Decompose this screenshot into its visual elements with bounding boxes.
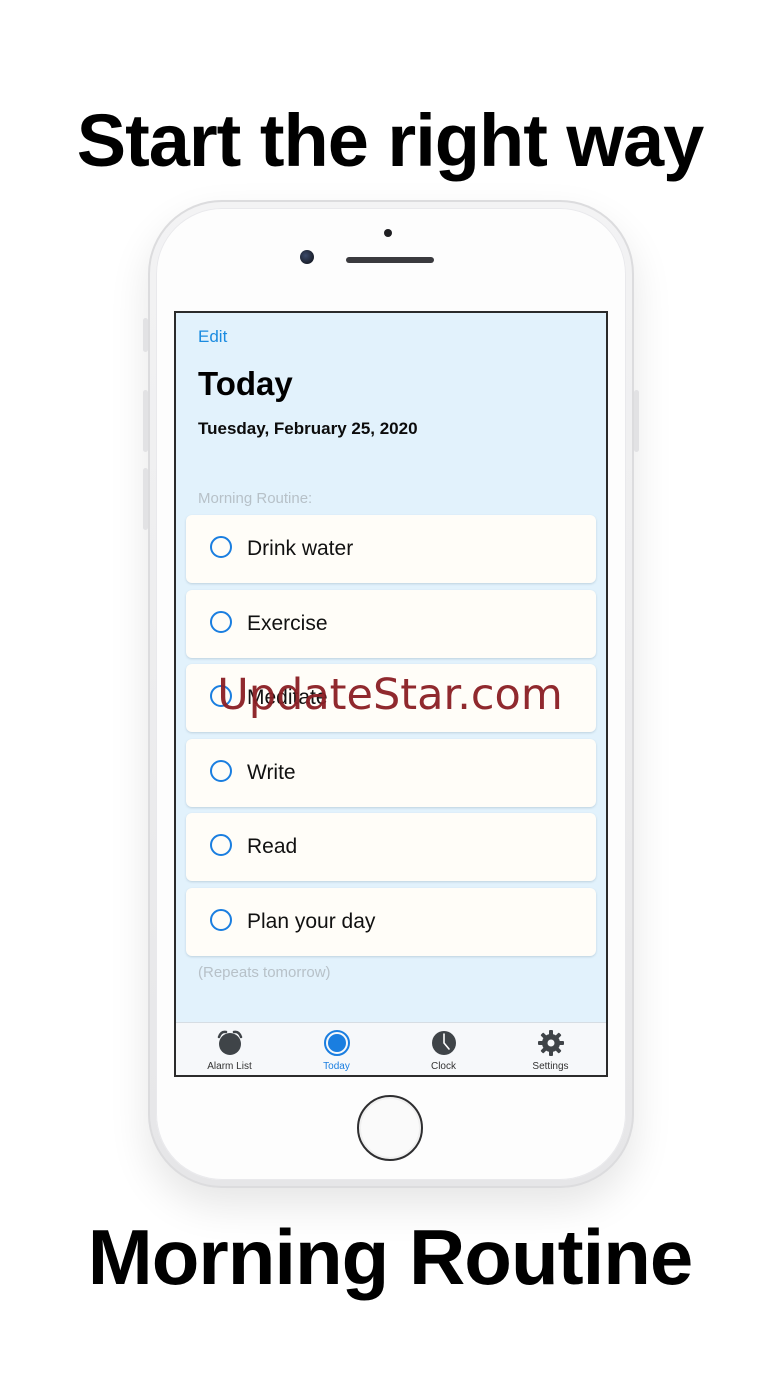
checkbox-circle-icon[interactable] bbox=[210, 610, 232, 633]
task-list: Drink water Exercise Meditate Write Read… bbox=[186, 515, 596, 962]
tab-alarm-list[interactable]: Alarm List bbox=[176, 1027, 283, 1073]
task-label: Drink water bbox=[247, 537, 354, 560]
headline-bottom: Morning Routine bbox=[87, 1213, 694, 1301]
front-camera bbox=[300, 250, 314, 264]
task-label: Exercise bbox=[247, 611, 328, 635]
date-label: Tuesday, February 25, 2020 bbox=[198, 419, 418, 438]
task-label: Write bbox=[247, 760, 296, 784]
headline-top: Start the right way bbox=[76, 99, 705, 182]
task-row[interactable]: Drink water bbox=[186, 515, 596, 583]
repeat-note: (Repeats tomorrow) bbox=[198, 964, 331, 981]
checkbox-circle-icon[interactable] bbox=[210, 834, 232, 856]
watermark-text: UpdateStar.com bbox=[217, 670, 563, 720]
task-row[interactable]: Write bbox=[186, 738, 596, 807]
task-label: Plan your day bbox=[247, 909, 376, 933]
mute-switch bbox=[143, 318, 148, 352]
home-button[interactable] bbox=[357, 1095, 423, 1161]
page-title: Today bbox=[198, 365, 293, 402]
volume-up-button bbox=[143, 390, 148, 452]
edit-button[interactable]: Edit bbox=[198, 327, 227, 347]
gear-icon bbox=[538, 1030, 564, 1056]
tab-settings[interactable]: Settings bbox=[497, 1027, 604, 1073]
checkbox-circle-icon[interactable] bbox=[210, 908, 232, 931]
task-row[interactable]: Read bbox=[186, 813, 596, 881]
tab-today[interactable]: Today bbox=[283, 1027, 390, 1073]
tab-label: Today bbox=[323, 1061, 350, 1072]
checkbox-circle-icon[interactable] bbox=[210, 536, 232, 558]
task-label: Read bbox=[247, 835, 298, 858]
tab-clock[interactable]: Clock bbox=[390, 1027, 497, 1073]
section-label: Morning Routine: bbox=[198, 490, 313, 507]
volume-down-button bbox=[143, 468, 148, 530]
tab-label: Alarm List bbox=[207, 1061, 252, 1072]
earpiece-speaker bbox=[346, 257, 434, 263]
clock-icon bbox=[432, 1031, 456, 1055]
tab-bar: Alarm List Today Clock Settings bbox=[176, 1022, 606, 1075]
alarm-clock-icon bbox=[217, 1030, 243, 1055]
task-row[interactable]: Plan your day bbox=[186, 887, 596, 956]
checkbox-circle-icon[interactable] bbox=[210, 759, 232, 782]
today-circle-icon bbox=[324, 1030, 350, 1056]
power-button bbox=[634, 390, 639, 452]
proximity-sensor bbox=[384, 229, 392, 237]
tab-label: Settings bbox=[532, 1061, 569, 1072]
task-row[interactable]: Exercise bbox=[186, 589, 596, 658]
tab-label: Clock bbox=[430, 1061, 456, 1072]
